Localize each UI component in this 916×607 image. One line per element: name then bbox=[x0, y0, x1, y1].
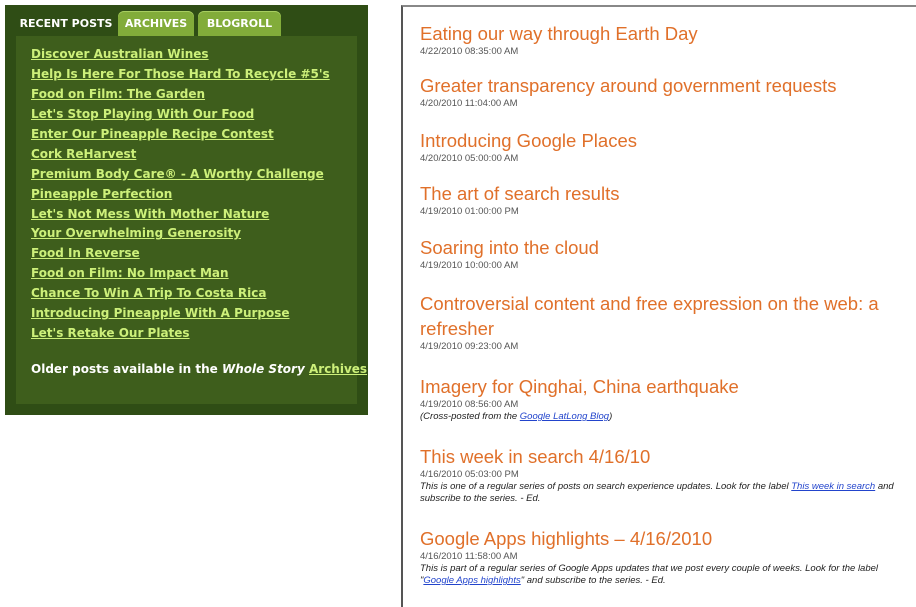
entry-note: (Cross-posted from the Google LatLong Bl… bbox=[420, 411, 910, 423]
note-link[interactable]: This week in search bbox=[791, 481, 875, 492]
entry-title[interactable]: Controversial content and free expressio… bbox=[420, 291, 910, 341]
blog-entry: Eating our way through Earth Day 4/22/20… bbox=[420, 21, 910, 58]
post-link[interactable]: Pineapple Perfection bbox=[31, 184, 330, 204]
entry-date: 4/22/2010 08:35:00 AM bbox=[420, 46, 519, 57]
note-text: ) bbox=[609, 411, 613, 422]
post-link[interactable]: Enter Our Pineapple Recipe Contest bbox=[31, 124, 330, 144]
whole-story-brand: Whole Story bbox=[221, 362, 305, 376]
post-link[interactable]: Introducing Pineapple With A Purpose bbox=[31, 303, 330, 323]
post-link[interactable]: Cork ReHarvest bbox=[31, 144, 330, 164]
archives-link[interactable]: Archives bbox=[309, 362, 367, 376]
note-link[interactable]: Google Apps highlights bbox=[423, 575, 520, 586]
blog-entry: Greater transparency around government r… bbox=[420, 73, 910, 110]
entry-date: 4/19/2010 01:00:00 PM bbox=[420, 206, 519, 217]
blog-entry: Introducing Google Places 4/20/2010 05:0… bbox=[420, 128, 910, 165]
blog-entry: Imagery for Qinghai, China earthquake 4/… bbox=[420, 374, 910, 423]
post-link[interactable]: Let's Not Mess With Mother Nature bbox=[31, 204, 330, 224]
post-link[interactable]: Food on Film: The Garden bbox=[31, 84, 330, 104]
post-link[interactable]: Let's Stop Playing With Our Food bbox=[31, 104, 330, 124]
entry-title[interactable]: Introducing Google Places bbox=[420, 128, 910, 153]
post-link[interactable]: Food In Reverse bbox=[31, 243, 330, 263]
entry-date: 4/16/2010 05:03:00 PM bbox=[420, 469, 519, 480]
post-link[interactable]: Let's Retake Our Plates bbox=[31, 323, 330, 343]
older-prefix: Older posts available in the bbox=[31, 362, 222, 376]
entry-title[interactable]: Soaring into the cloud bbox=[420, 235, 910, 260]
entry-title[interactable]: Imagery for Qinghai, China earthquake bbox=[420, 374, 910, 399]
post-link[interactable]: Discover Australian Wines bbox=[31, 44, 330, 64]
entry-title[interactable]: Greater transparency around government r… bbox=[420, 73, 910, 98]
entry-title[interactable]: Eating our way through Earth Day bbox=[420, 21, 910, 46]
blog-entry: Controversial content and free expressio… bbox=[420, 291, 910, 353]
note-text: This is one of a regular series of posts… bbox=[420, 481, 792, 492]
entry-date: 4/20/2010 05:00:00 AM bbox=[420, 153, 519, 164]
entry-note: This is part of a regular series of Goog… bbox=[420, 563, 910, 587]
entry-note: This is one of a regular series of posts… bbox=[420, 481, 910, 505]
entry-date: 4/19/2010 10:00:00 AM bbox=[420, 260, 519, 271]
tab-blogroll[interactable]: BLOGROLL bbox=[198, 11, 281, 36]
blog-entry: This week in search 4/16/10 4/16/2010 05… bbox=[420, 444, 910, 505]
note-text: (Cross-posted from the bbox=[420, 411, 520, 422]
blog-post-list: Eating our way through Earth Day 4/22/20… bbox=[401, 5, 916, 607]
entry-title[interactable]: This week in search 4/16/10 bbox=[420, 444, 910, 469]
older-posts-note: Older posts available in the Whole Story… bbox=[31, 362, 367, 376]
blog-entry: The art of search results 4/19/2010 01:0… bbox=[420, 181, 910, 218]
entry-date: 4/16/2010 11:58:00 AM bbox=[420, 551, 518, 562]
entry-date: 4/19/2010 08:56:00 AM bbox=[420, 399, 519, 410]
entry-date: 4/20/2010 11:04:00 AM bbox=[420, 98, 518, 109]
blog-entry: Soaring into the cloud 4/19/2010 10:00:0… bbox=[420, 235, 910, 272]
post-link[interactable]: Food on Film: No Impact Man bbox=[31, 263, 330, 283]
note-text: " and subscribe to the series. - Ed. bbox=[520, 575, 666, 586]
entry-title[interactable]: Google Apps highlights – 4/16/2010 bbox=[420, 526, 910, 551]
post-link[interactable]: Help Is Here For Those Hard To Recycle #… bbox=[31, 64, 330, 84]
recent-posts-list: Discover Australian Wines Help Is Here F… bbox=[31, 44, 330, 343]
note-link[interactable]: Google LatLong Blog bbox=[520, 411, 609, 422]
entry-title[interactable]: The art of search results bbox=[420, 181, 910, 206]
post-link[interactable]: Chance To Win A Trip To Costa Rica bbox=[31, 283, 330, 303]
post-link[interactable]: Premium Body Care® - A Worthy Challenge bbox=[31, 164, 330, 184]
entry-date: 4/19/2010 09:23:00 AM bbox=[420, 341, 519, 352]
tab-archives[interactable]: ARCHIVES bbox=[118, 11, 194, 36]
post-link[interactable]: Your Overwhelming Generosity bbox=[31, 223, 330, 243]
blog-entry: Google Apps highlights – 4/16/2010 4/16/… bbox=[420, 526, 910, 587]
tab-recent-posts[interactable]: RECENT POSTS bbox=[17, 11, 115, 36]
recent-posts-widget: RECENT POSTS ARCHIVES BLOGROLL Discover … bbox=[5, 5, 368, 415]
